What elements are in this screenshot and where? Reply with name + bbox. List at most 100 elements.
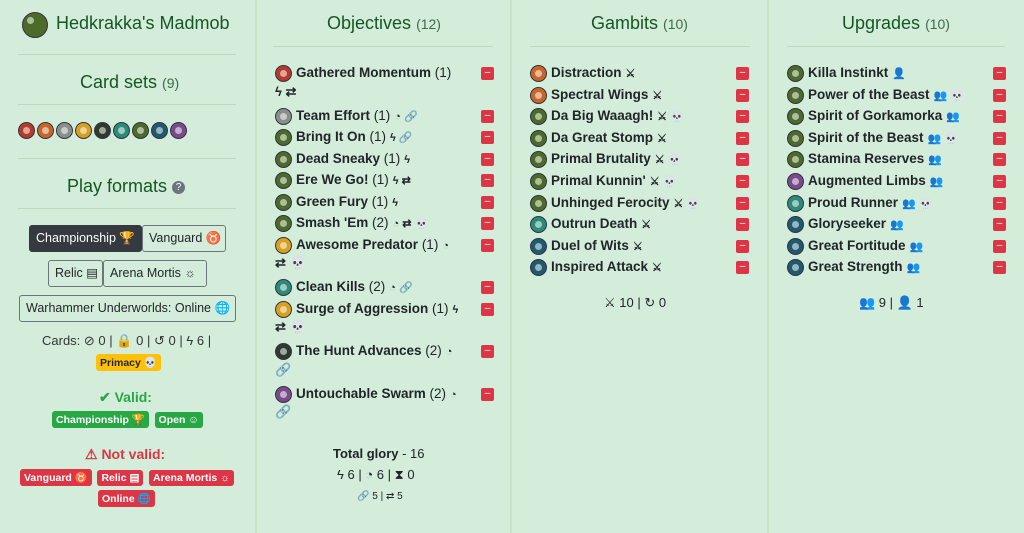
objective-card-name[interactable]: Awesome Predator xyxy=(296,237,418,252)
vanguard-format-button[interactable]: Vanguard ♉ xyxy=(142,225,226,252)
relic-format-button[interactable]: Relic ▤ xyxy=(48,260,103,287)
gambit-card-name[interactable]: Duel of Wits xyxy=(551,238,629,253)
remove-card-button[interactable]: – xyxy=(481,67,494,80)
remove-card-button[interactable]: – xyxy=(736,153,749,167)
objective-card-name[interactable]: Dead Sneaky xyxy=(296,151,380,166)
remove-card-button[interactable]: – xyxy=(736,218,749,232)
gambit-card-name[interactable]: Da Great Stomp xyxy=(551,130,653,145)
upgrade-card-row[interactable]: Great Fortitude 👥 xyxy=(787,237,923,255)
online-format-button[interactable]: Warhammer Underworlds: Online 🌐 xyxy=(19,295,236,322)
gambit-card-name[interactable]: Spectral Wings xyxy=(551,87,648,102)
championship-format-button[interactable]: Championship 🏆 xyxy=(29,225,142,252)
remove-card-button[interactable]: – xyxy=(993,88,1006,102)
upgrade-card-row[interactable]: Killa Instinkt 👤 xyxy=(787,65,906,82)
card-set-icon[interactable] xyxy=(56,122,73,140)
remove-card-button[interactable]: – xyxy=(736,175,749,188)
gambit-card-row[interactable]: Da Great Stomp ⚔ xyxy=(530,129,667,147)
remove-card-button[interactable]: – xyxy=(993,175,1006,188)
remove-card-button[interactable]: – xyxy=(736,88,749,102)
upgrade-card-row[interactable]: Spirit of Gorkamorka 👥 xyxy=(787,108,960,126)
gambit-card-row[interactable]: Unhinged Ferocity ⚔ 💀 xyxy=(530,194,700,212)
remove-card-button[interactable]: – xyxy=(481,174,494,187)
upgrade-card-name[interactable]: Great Fortitude xyxy=(808,238,906,253)
remove-card-button[interactable]: – xyxy=(481,238,494,252)
objective-card-row[interactable]: Green Fury (1) ϟ xyxy=(275,193,398,211)
objective-card-row[interactable]: Clean Kills (2) ◔ 🔗 xyxy=(275,279,413,296)
gambit-card-name[interactable]: Primal Kunnin' xyxy=(551,173,646,188)
objective-card-row[interactable]: Smash 'Em (2) ◔ ⇄ 💀 xyxy=(275,215,428,232)
objective-card-name[interactable]: Untouchable Swarm xyxy=(296,386,426,401)
objective-card-row[interactable]: Gathered Momentum (1) xyxy=(275,65,451,82)
remove-card-button[interactable]: – xyxy=(736,196,749,210)
remove-card-button[interactable]: – xyxy=(993,218,1006,232)
gambit-card-row[interactable]: Spectral Wings ⚔ xyxy=(530,86,662,104)
objective-card-row[interactable]: Untouchable Swarm (2) ◔ xyxy=(275,385,457,403)
objective-card-row[interactable]: Ere We Go! (1) ϟ ⇄ xyxy=(275,172,411,189)
upgrade-card-row[interactable]: Stamina Reserves 👥 xyxy=(787,151,942,169)
remove-card-button[interactable]: – xyxy=(993,131,1006,145)
card-set-icon[interactable] xyxy=(151,122,168,140)
gambit-card-row[interactable]: Primal Kunnin' ⚔ 💀 xyxy=(530,173,676,190)
card-set-icon[interactable] xyxy=(37,122,54,140)
objective-card-name[interactable]: Team Effort xyxy=(296,108,370,123)
upgrade-card-name[interactable]: Power of the Beast xyxy=(808,87,930,102)
card-set-icon[interactable] xyxy=(113,122,130,140)
card-set-icon[interactable] xyxy=(132,122,149,140)
remove-card-button[interactable]: – xyxy=(481,217,494,230)
objective-card-row[interactable]: Team Effort (1) ◔ 🔗 xyxy=(275,107,418,125)
remove-card-button[interactable]: – xyxy=(481,109,494,123)
objective-card-name[interactable]: The Hunt Advances xyxy=(296,343,422,358)
upgrade-card-row[interactable]: Great Strength 👥 xyxy=(787,259,920,277)
remove-card-button[interactable]: – xyxy=(736,67,749,80)
upgrade-card-name[interactable]: Gloryseeker xyxy=(808,216,886,231)
upgrade-card-row[interactable]: Proud Runner 👥 💀 xyxy=(787,194,932,212)
remove-card-button[interactable]: – xyxy=(481,302,494,316)
remove-card-button[interactable]: – xyxy=(481,152,494,166)
gambit-card-row[interactable]: Primal Brutality ⚔ 💀 xyxy=(530,151,681,169)
card-set-icon[interactable] xyxy=(170,122,187,140)
gambit-card-row[interactable]: Inspired Attack ⚔ xyxy=(530,259,662,277)
objective-card-name[interactable]: Green Fury xyxy=(296,194,368,209)
gambit-card-row[interactable]: Da Big Waaagh! ⚔ 💀 xyxy=(530,108,684,126)
remove-card-button[interactable]: – xyxy=(993,110,1006,124)
upgrade-card-name[interactable]: Spirit of Gorkamorka xyxy=(808,108,942,123)
remove-card-button[interactable]: – xyxy=(736,239,749,253)
upgrade-card-name[interactable]: Killa Instinkt xyxy=(808,65,888,80)
remove-card-button[interactable]: – xyxy=(993,67,1006,80)
upgrade-card-row[interactable]: Gloryseeker 👥 xyxy=(787,216,904,234)
objective-card-name[interactable]: Bring It On xyxy=(296,129,366,144)
upgrade-card-name[interactable]: Proud Runner xyxy=(808,195,898,210)
help-icon[interactable]: ? xyxy=(172,180,186,194)
gambit-card-name[interactable]: Da Big Waaagh! xyxy=(551,108,653,123)
remove-card-button[interactable]: – xyxy=(481,131,494,144)
remove-card-button[interactable]: – xyxy=(481,195,494,209)
objective-card-name[interactable]: Gathered Momentum xyxy=(296,65,431,80)
objective-card-name[interactable]: Smash 'Em xyxy=(296,215,368,230)
remove-card-button[interactable]: – xyxy=(993,239,1006,253)
objective-card-row[interactable]: Dead Sneaky (1) ϟ xyxy=(275,150,410,168)
upgrade-card-row[interactable]: Spirit of the Beast 👥 💀 xyxy=(787,129,958,147)
upgrade-card-name[interactable]: Stamina Reserves xyxy=(808,151,924,166)
arena-mortis-format-button[interactable]: Arena Mortis ☼ xyxy=(103,260,207,287)
objective-card-name[interactable]: Ere We Go! xyxy=(296,172,369,187)
objective-card-row[interactable]: Awesome Predator (1) ◔ xyxy=(275,236,449,254)
gambit-card-name[interactable]: Distraction xyxy=(551,65,622,80)
remove-card-button[interactable]: – xyxy=(481,281,494,294)
remove-card-button[interactable]: – xyxy=(993,153,1006,167)
upgrade-card-name[interactable]: Augmented Limbs xyxy=(808,173,926,188)
remove-card-button[interactable]: – xyxy=(736,110,749,124)
objective-card-row[interactable]: The Hunt Advances (2) ◔ xyxy=(275,343,452,360)
objective-card-row[interactable]: Bring It On (1) ϟ 🔗 xyxy=(275,129,413,146)
remove-card-button[interactable]: – xyxy=(736,131,749,145)
upgrade-card-name[interactable]: Spirit of the Beast xyxy=(808,130,924,145)
objective-card-row[interactable]: Surge of Aggression (1) ϟ xyxy=(275,300,458,318)
gambit-card-name[interactable]: Outrun Death xyxy=(551,216,637,231)
remove-card-button[interactable]: – xyxy=(481,387,494,401)
gambit-card-name[interactable]: Unhinged Ferocity xyxy=(551,195,670,210)
remove-card-button[interactable]: – xyxy=(993,261,1006,275)
remove-card-button[interactable]: – xyxy=(736,261,749,275)
card-set-icon[interactable] xyxy=(75,122,92,140)
gambit-card-name[interactable]: Inspired Attack xyxy=(551,259,648,274)
upgrade-card-row[interactable]: Power of the Beast 👥 💀 xyxy=(787,86,964,104)
card-set-icon[interactable] xyxy=(18,122,35,140)
